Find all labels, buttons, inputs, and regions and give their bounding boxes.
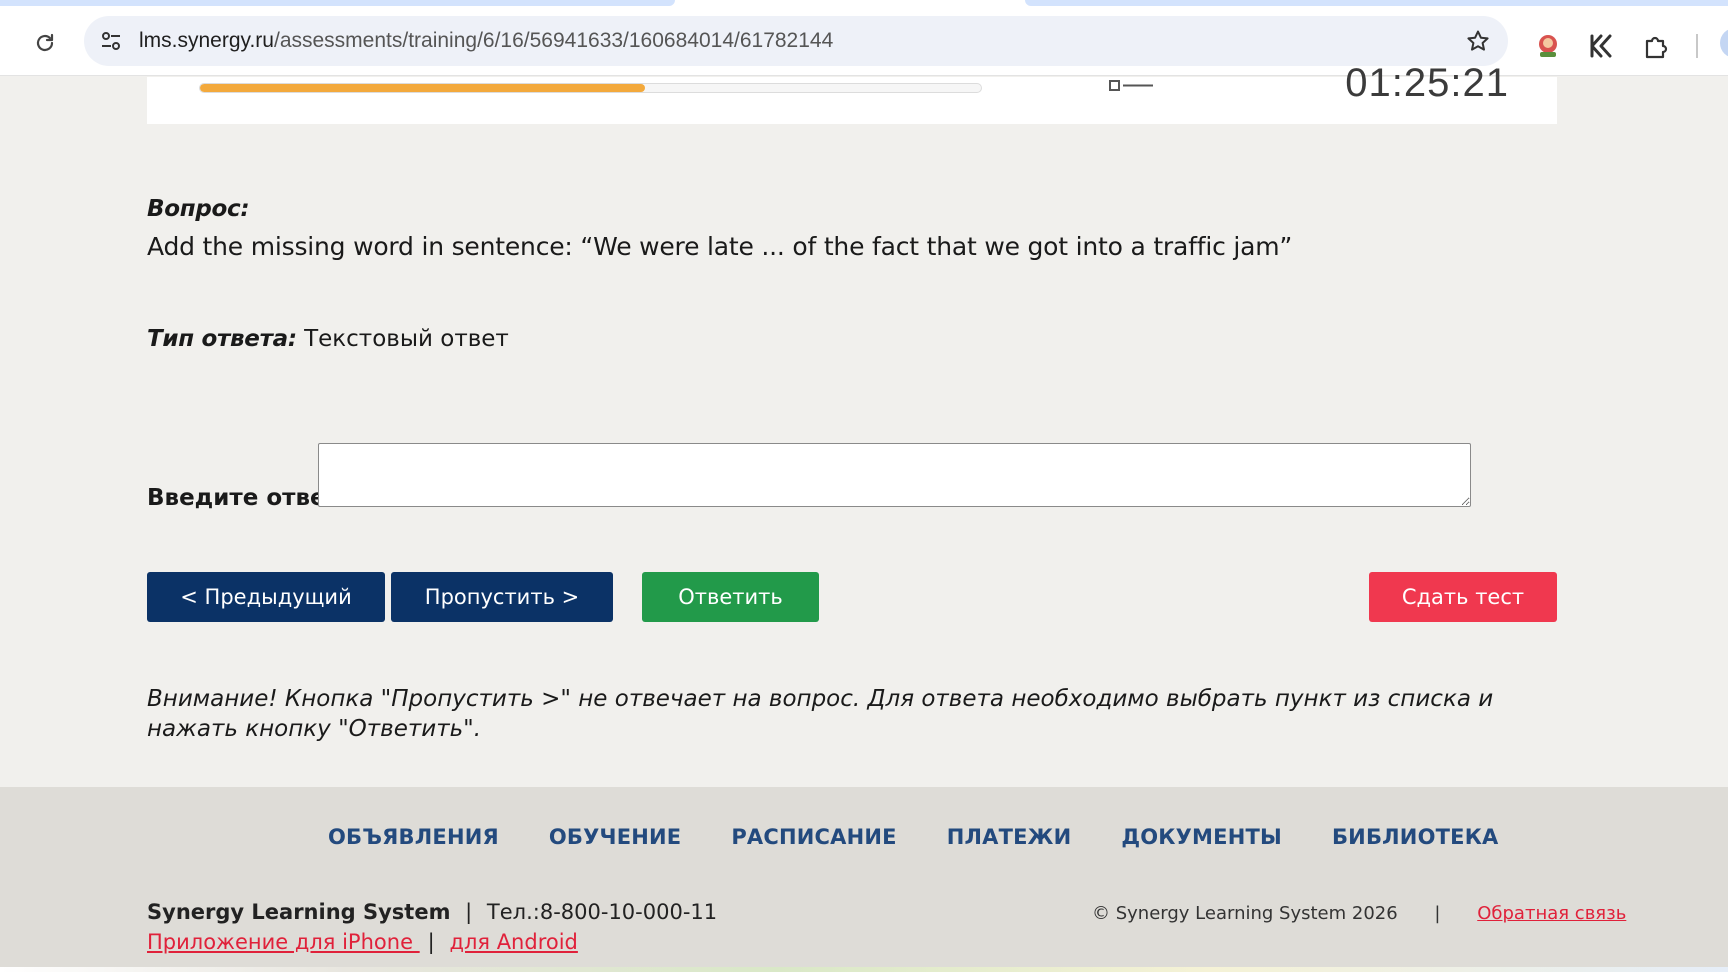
site-settings-icon[interactable] [98,28,124,54]
progress-bar [199,83,982,93]
timer: 01:25:21 [1345,61,1509,101]
footer-phone: Тел.:8-800-10-000-11 [486,900,718,924]
submit-test-button[interactable]: Сдать тест [1369,572,1557,622]
footer-nav-payments[interactable]: ПЛАТЕЖИ [947,825,1072,849]
reload-icon[interactable] [30,28,60,58]
bookmark-star-icon[interactable] [1464,27,1492,55]
answer-type-label: Тип ответа: [147,326,297,352]
skip-button[interactable]: Пропустить > [391,572,613,622]
footer-brand: Synergy Learning System [147,900,451,924]
footer-copyright: © Synergy Learning System 2026 [1092,903,1398,924]
footer-nav-learning[interactable]: ОБУЧЕНИЕ [549,825,681,849]
footer-nav-schedule[interactable]: РАСПИСАНИЕ [731,825,896,849]
warning-text: Внимание! Кнопка "Пропустить >" не отвеч… [147,686,1494,742]
extension-k-icon[interactable] [1585,30,1617,62]
answer-button[interactable]: Ответить [642,572,819,622]
footer-sep: | [465,900,473,924]
answer-type-row: Тип ответа: Текстовый ответ [147,326,509,352]
toolbar-separator [1696,34,1698,58]
test-header-panel: 01:25:21 [147,61,1557,124]
iphone-app-link[interactable]: Приложение для iPhone [147,930,420,954]
footer-nav-announcements[interactable]: ОБЪЯВЛЕНИЯ [328,825,499,849]
url-path: /assessments/training/6/16/56941633/1606… [273,29,834,52]
url-host: lms.synergy.ru [139,29,274,52]
footer: ОБЪЯВЛЕНИЯ ОБУЧЕНИЕ РАСПИСАНИЕ ПЛАТЕЖИ Д… [0,787,1728,972]
previous-button[interactable]: < Предыдущий [147,572,385,622]
footer-right: © Synergy Learning System 2026 | Обратна… [1092,903,1626,924]
bottom-strip [0,967,1728,972]
footer-apps-sep: | [427,930,435,954]
answer-type-value: Текстовый ответ [304,326,509,352]
progress-fill [200,84,646,92]
answer-input[interactable] [318,443,1471,507]
footer-right-sep: | [1434,903,1441,924]
profile-avatar[interactable] [1720,28,1728,58]
footer-contacts: Synergy Learning System | Тел.:8-800-10-… [147,900,717,924]
extension-avatar-icon[interactable] [1532,30,1564,62]
question-list-icon[interactable] [1109,79,1157,93]
footer-nav-documents[interactable]: ДОКУМЕНТЫ [1121,825,1282,849]
extensions-puzzle-icon[interactable] [1640,30,1672,62]
url-text[interactable]: lms.synergy.ru/assessments/training/6/16… [139,29,833,53]
footer-apps: Приложение для iPhone | для Android [147,930,578,954]
question-text: Add the missing word in sentence: “We we… [147,232,1293,261]
footer-nav-library[interactable]: БИБЛИОТЕКА [1332,825,1499,849]
footer-nav: ОБЪЯВЛЕНИЯ ОБУЧЕНИЕ РАСПИСАНИЕ ПЛАТЕЖИ Д… [328,825,1499,849]
address-bar[interactable]: lms.synergy.ru/assessments/training/6/16… [84,16,1508,66]
feedback-link[interactable]: Обратная связь [1477,903,1626,924]
question-label: Вопрос: [147,196,250,222]
android-app-link[interactable]: для Android [449,930,577,954]
